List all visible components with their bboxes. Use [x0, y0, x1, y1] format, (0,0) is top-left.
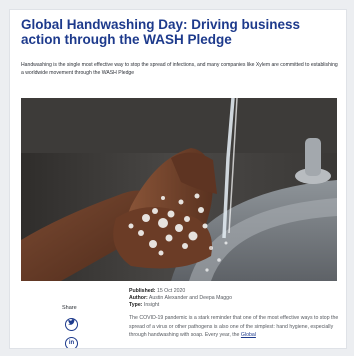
article-body-text: The COVID-19 pandemic is a stark reminde… [129, 315, 339, 338]
article-meta: Published: 15 Oct 2020 Author: Austin Al… [129, 288, 232, 309]
published-label: Published: [129, 288, 156, 294]
article-card: Global Handwashing Day: Driving business… [9, 9, 347, 349]
author-names: Austin Alexander and Deepa Maggo [148, 295, 232, 301]
twitter-icon [68, 319, 75, 327]
article-title: Global Handwashing Day: Driving business… [21, 17, 301, 47]
hero-image-handwashing [21, 98, 337, 281]
twitter-share-button[interactable] [65, 318, 78, 331]
global-handwashing-link[interactable]: Global [241, 332, 256, 338]
linkedin-share-button[interactable]: in [65, 337, 78, 348]
share-label: Share [62, 305, 77, 311]
published-date: 15 Oct 2020 [156, 288, 186, 294]
author-label: Author: [129, 295, 148, 301]
linkedin-icon: in [68, 340, 75, 346]
article-type: Insight [143, 302, 160, 308]
article-lede: Handwashing is the single most effective… [21, 62, 338, 76]
article-body: The COVID-19 pandemic is a stark reminde… [129, 314, 341, 340]
type-label: Type: [129, 302, 143, 308]
